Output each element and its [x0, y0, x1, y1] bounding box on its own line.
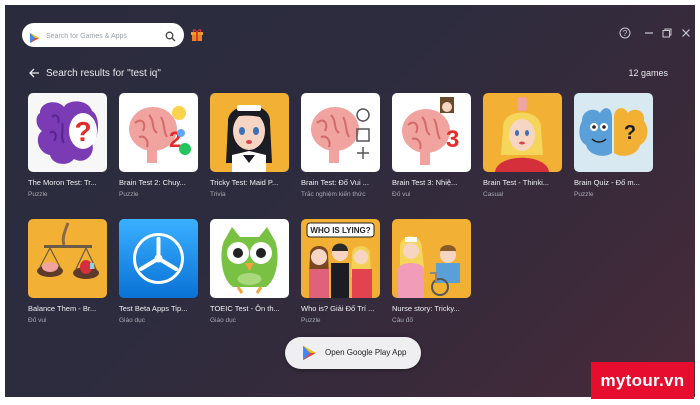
gift-icon[interactable]	[190, 27, 204, 43]
game-title: Brain Test: Đố Vui ...	[301, 178, 369, 187]
game-icon-brain-test-2: 2	[119, 93, 198, 172]
restore-icon[interactable]	[661, 27, 673, 41]
game-icon-brain-test	[301, 93, 380, 172]
game-card[interactable]: ? The Moron Test: Tr... Puzzle	[28, 93, 107, 211]
who-is-lying-caption: WHO IS LYING?	[310, 226, 370, 235]
close-icon[interactable]	[680, 27, 692, 41]
result-count: 12 games	[628, 68, 668, 78]
game-category: Đố vui	[392, 191, 411, 198]
app-window: ? Search results for "test iq" 12 games …	[5, 5, 695, 397]
minimize-icon[interactable]	[643, 27, 655, 41]
page-title: Search results for "test iq"	[46, 68, 161, 79]
game-category: Đố vui	[28, 317, 47, 324]
game-icon-brain-test-thinking	[483, 93, 562, 172]
svg-text:?: ?	[74, 116, 91, 147]
game-title: The Moron Test: Tr...	[28, 178, 97, 187]
game-icon-toeic-owl	[210, 219, 289, 298]
game-icon-moron-test: ?	[28, 93, 107, 172]
game-title: TOEIC Test - Ôn th...	[210, 304, 280, 313]
game-icon-testflight	[119, 219, 198, 298]
search-icon[interactable]	[165, 29, 176, 47]
game-title: Brain Quiz - Đố m...	[574, 178, 640, 187]
svg-text:3: 3	[446, 126, 459, 153]
game-card[interactable]: Tricky Test: Maid P... Trivia	[210, 93, 289, 211]
help-icon[interactable]: ?	[619, 27, 631, 41]
game-title: Who is? Giải Đố Trí ...	[301, 304, 375, 313]
game-category: Câu đố	[392, 317, 413, 324]
open-google-play-button[interactable]: Open Google Play App	[285, 337, 421, 369]
game-card[interactable]: Test Beta Apps Tip... Giáo dục	[119, 219, 198, 337]
game-icon-balance-them	[28, 219, 107, 298]
game-title: Balance Them - Br...	[28, 304, 97, 313]
svg-text:?: ?	[623, 29, 628, 38]
game-title: Tricky Test: Maid P...	[210, 178, 279, 187]
game-card[interactable]: 2 Brain Test 2: Chuy... Puzzle	[119, 93, 198, 211]
game-card[interactable]: ? Brain Quiz - Đố m... Puzzle	[574, 93, 653, 211]
game-card[interactable]: Nurse story: Tricky... Câu đố	[392, 219, 471, 337]
game-card[interactable]: Brain Test: Đố Vui ... Trắc nghiệm kiến …	[301, 93, 380, 211]
game-title: Nurse story: Tricky...	[392, 304, 460, 313]
svg-text:?: ?	[624, 122, 636, 144]
back-arrow-icon[interactable]	[28, 67, 40, 82]
game-title: Test Beta Apps Tip...	[119, 304, 188, 313]
game-icon-brain-test-3: 3	[392, 93, 471, 172]
search-bar[interactable]	[22, 23, 184, 47]
game-card[interactable]: 3 Brain Test 3: Nhiệ... Đố vui	[392, 93, 471, 211]
google-play-icon	[30, 30, 39, 48]
game-card[interactable]: Balance Them - Br... Đố vui	[28, 219, 107, 337]
game-category: Puzzle	[301, 317, 321, 324]
game-card[interactable]: WHO IS LYING? Who is? Giải Đố Trí ... Pu…	[301, 219, 380, 337]
results-header: Search results for "test iq" 12 games	[28, 67, 668, 83]
game-category: Giáo dục	[210, 317, 237, 324]
game-card[interactable]: Brain Test - Thinki... Casual	[483, 93, 562, 211]
game-icon-nurse-story	[392, 219, 471, 298]
watermark-logo: mytour.vn	[591, 362, 694, 399]
search-input[interactable]	[44, 26, 158, 46]
google-play-icon	[303, 346, 316, 363]
game-icon-who-is: WHO IS LYING?	[301, 219, 380, 298]
game-category: Puzzle	[28, 191, 48, 198]
game-category: Trivia	[210, 191, 226, 198]
results-grid: ? The Moron Test: Tr... Puzzle 2 Brain T…	[28, 93, 668, 337]
game-icon-tricky-test	[210, 93, 289, 172]
game-title: Brain Test 2: Chuy...	[119, 178, 186, 187]
game-card[interactable]: TOEIC Test - Ôn th... Giáo dục	[210, 219, 289, 337]
game-category: Puzzle	[574, 191, 594, 198]
game-category: Giáo dục	[119, 317, 146, 324]
open-google-play-label: Open Google Play App	[325, 348, 407, 357]
game-category: Trắc nghiệm kiến thức	[301, 191, 366, 198]
game-category: Casual	[483, 191, 504, 198]
game-icon-brain-quiz: ?	[574, 93, 653, 172]
game-title: Brain Test 3: Nhiệ...	[392, 178, 458, 187]
game-title: Brain Test - Thinki...	[483, 178, 549, 187]
game-category: Puzzle	[119, 191, 139, 198]
